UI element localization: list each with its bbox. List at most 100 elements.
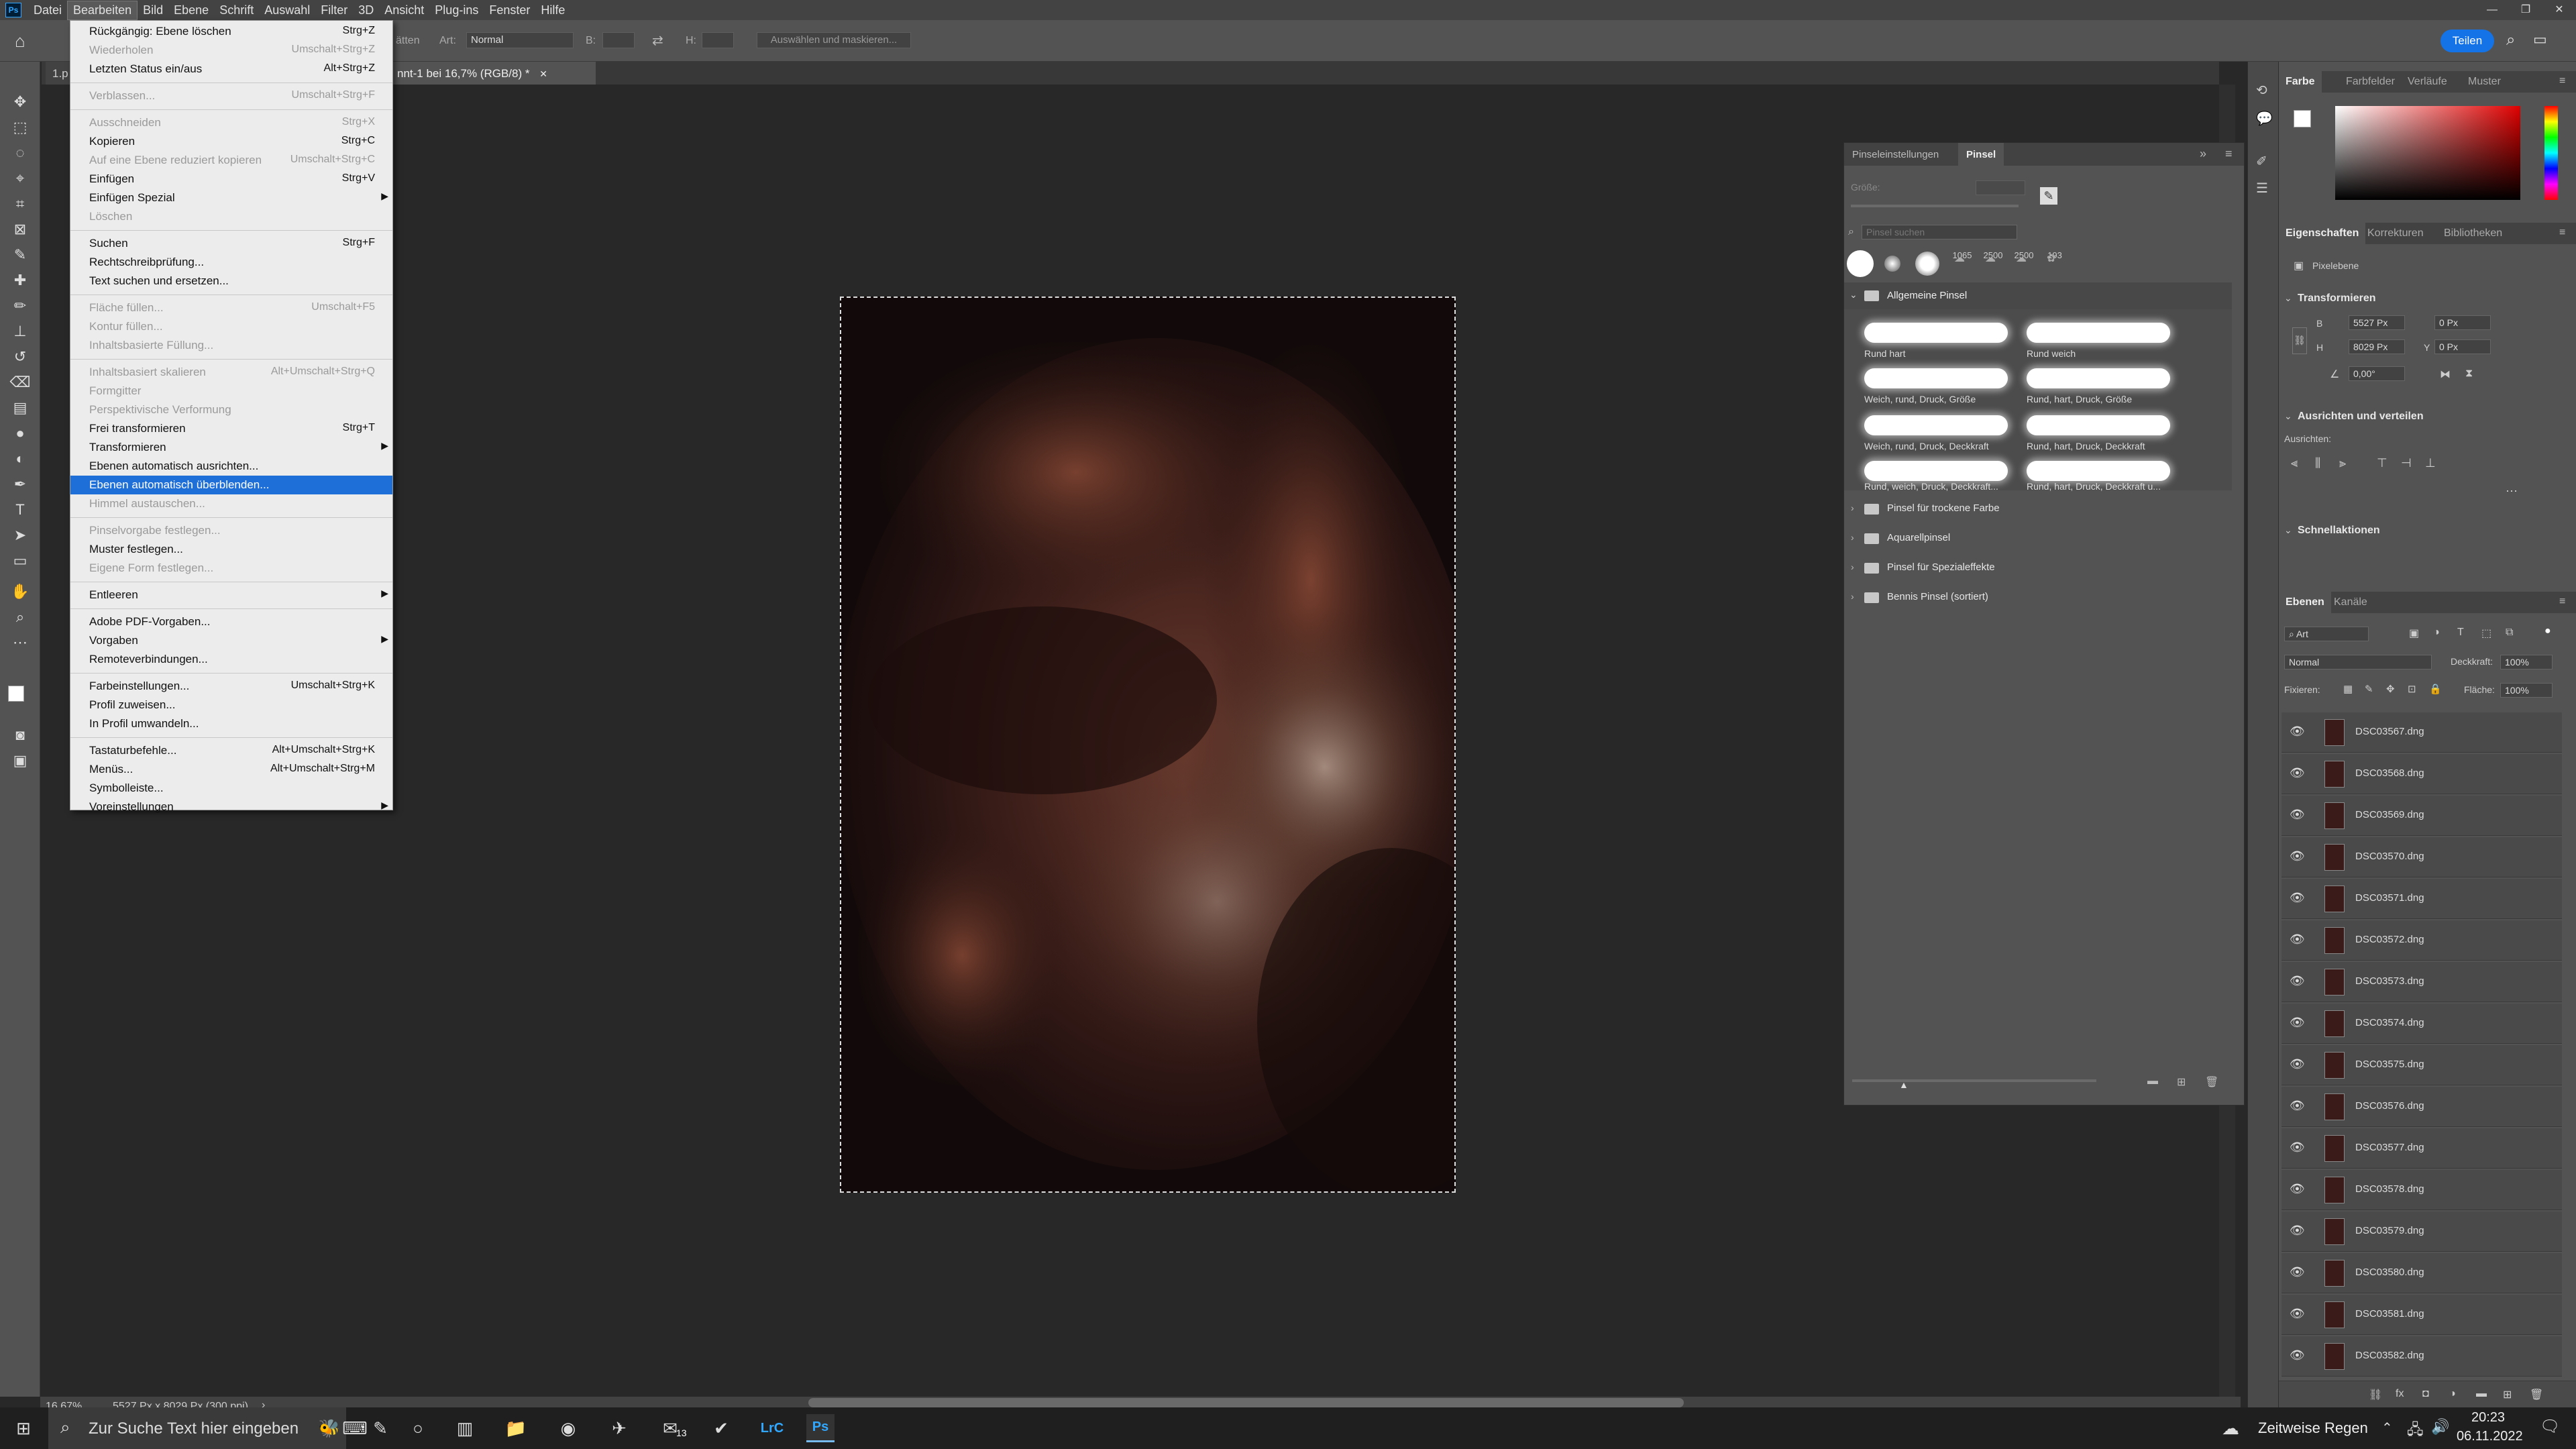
telegram-icon[interactable]: ✈: [605, 1414, 633, 1442]
filter-type-icon[interactable]: T: [2457, 627, 2464, 639]
menu-item[interactable]: Farbeinstellungen... Umschalt+Strg+K: [70, 677, 392, 696]
pressure-size-icon[interactable]: ✎: [2040, 187, 2057, 205]
layer-row[interactable]: 👁 DSC03575.dng: [2282, 1045, 2562, 1085]
type-tool-icon[interactable]: T: [11, 500, 30, 519]
y-field[interactable]: 0 Px: [2434, 339, 2491, 354]
align-hcenter-icon[interactable]: ⫼: [2315, 456, 2320, 470]
tab-gradients[interactable]: Verläufe: [2401, 71, 2454, 93]
collapse-panel-icon[interactable]: »: [2200, 147, 2206, 161]
widget-icon-2[interactable]: ⌨: [341, 1414, 369, 1442]
minimize-icon[interactable]: —: [2475, 0, 2509, 20]
menu-fenster[interactable]: Fenster: [484, 1, 535, 19]
delete-layer-icon[interactable]: 🗑: [2530, 1388, 2543, 1401]
preset-round-hard-icon[interactable]: [1847, 250, 1874, 277]
layer-row[interactable]: 👁 DSC03569.dng: [2282, 796, 2562, 836]
flip-horizontal-icon[interactable]: ⧓: [2440, 368, 2451, 381]
slider-handle-icon[interactable]: ▲: [1899, 1079, 1909, 1090]
menu-item[interactable]: Einfügen Strg+V: [70, 170, 392, 189]
menu-auswahl[interactable]: Auswahl: [259, 1, 315, 19]
add-mask-icon[interactable]: ◘: [2422, 1388, 2429, 1400]
tab-patterns[interactable]: Muster: [2461, 71, 2508, 93]
quick-mask-icon[interactable]: ◙: [11, 726, 30, 745]
folder-bennis-brushes[interactable]: › Bennis Pinsel (sortiert): [1844, 584, 2244, 611]
menu-item[interactable]: Letzten Status ein/aus Alt+Strg+Z: [70, 60, 392, 78]
hand-tool-icon[interactable]: ✋: [11, 582, 30, 601]
height-field[interactable]: [702, 32, 734, 48]
menu-item[interactable]: Remoteverbindungen...: [70, 650, 392, 669]
layer-row[interactable]: 👁 DSC03568.dng: [2282, 754, 2562, 794]
preset-round-medium-icon[interactable]: [1915, 252, 1939, 276]
layer-row[interactable]: 👁 DSC03581.dng: [2282, 1295, 2562, 1335]
frame-tool-icon[interactable]: ⊠: [11, 220, 30, 239]
menu-item[interactable]: Tastaturbefehle... Alt+Umschalt+Strg+K: [70, 741, 392, 760]
section-chevron-icon[interactable]: ⌄: [2284, 411, 2292, 422]
brush-name-3[interactable]: Weich, rund, Druck, Größe: [1864, 394, 1976, 405]
notifications-icon[interactable]: 🗨: [2540, 1417, 2560, 1436]
marquee-tool-icon[interactable]: ⬚: [11, 118, 30, 137]
layer-row[interactable]: 👁 DSC03572.dng: [2282, 920, 2562, 961]
more-tools-icon[interactable]: ⋯: [11, 633, 30, 652]
zoom-tool-icon[interactable]: ⌕: [11, 608, 30, 627]
layer-row[interactable]: 👁 DSC03577.dng: [2282, 1128, 2562, 1169]
menu-item[interactable]: Rechtschreibprüfung...: [70, 253, 392, 272]
layer-row[interactable]: 👁 DSC03579.dng: [2282, 1212, 2562, 1252]
menu-item[interactable]: Voreinstellungen ▶: [70, 798, 392, 816]
cortana-icon[interactable]: ○: [404, 1414, 432, 1442]
crop-tool-icon[interactable]: ⌗: [11, 195, 30, 213]
folder-special-effects[interactable]: › Pinsel für Spezialeffekte: [1844, 555, 2244, 582]
tab-brushes[interactable]: Pinsel: [1958, 143, 2004, 166]
tab-adjustments[interactable]: Korrekturen: [2361, 223, 2430, 244]
visibility-eye-icon[interactable]: 👁: [2290, 1224, 2305, 1238]
weather-text[interactable]: Zeitweise Regen: [2258, 1419, 2368, 1437]
flip-vertical-icon[interactable]: ⧗: [2465, 368, 2473, 380]
brush-name-1[interactable]: Rund hart: [1864, 348, 1905, 359]
todo-icon[interactable]: ✔: [707, 1414, 735, 1442]
new-group-icon[interactable]: ▬: [2147, 1075, 2158, 1087]
home-icon[interactable]: ⌂: [15, 31, 25, 52]
width-field[interactable]: 5527 Px: [2349, 315, 2405, 330]
menu-item[interactable]: Adobe PDF-Vorgaben...: [70, 612, 392, 631]
lock-position-icon[interactable]: ✥: [2386, 683, 2395, 695]
visibility-eye-icon[interactable]: 👁: [2290, 1307, 2305, 1321]
align-left-icon[interactable]: ⫷: [2291, 456, 2298, 470]
layer-row[interactable]: 👁 DSC03567.dng: [2282, 712, 2562, 753]
height-field[interactable]: 8029 Px: [2349, 339, 2405, 354]
menu-item[interactable]: Ebenen automatisch überblenden...: [70, 476, 392, 494]
menu-item[interactable]: Text suchen und ersetzen...: [70, 272, 392, 290]
layer-row[interactable]: 👁 DSC03576.dng: [2282, 1087, 2562, 1127]
menu-item[interactable]: Symbolleiste...: [70, 779, 392, 798]
align-top-icon[interactable]: ⊤: [2377, 456, 2387, 470]
history-brush-icon[interactable]: ↺: [11, 347, 30, 366]
gradient-tool-icon[interactable]: ▤: [11, 398, 30, 417]
section-chevron-icon[interactable]: ⌄: [2284, 292, 2292, 304]
visibility-eye-icon[interactable]: 👁: [2290, 724, 2305, 739]
windows-start-icon[interactable]: ⊞: [9, 1414, 38, 1442]
path-select-tool-icon[interactable]: ➤: [11, 526, 30, 545]
layer-row[interactable]: 👁 DSC03570.dng: [2282, 837, 2562, 877]
widget-icon-1[interactable]: 🐝: [315, 1414, 343, 1442]
visibility-eye-icon[interactable]: 👁: [2290, 766, 2305, 780]
visibility-eye-icon[interactable]: 👁: [2290, 1265, 2305, 1279]
menu-ebene[interactable]: Ebene: [168, 1, 214, 19]
panel-menu-icon[interactable]: ≡: [2559, 75, 2565, 87]
layer-row[interactable]: 👁 DSC03582.dng: [2282, 1336, 2562, 1377]
section-chevron-icon[interactable]: ⌄: [2284, 525, 2292, 536]
tab-libraries[interactable]: Bibliotheken: [2437, 223, 2509, 244]
delete-brush-icon[interactable]: 🗑: [2205, 1075, 2218, 1089]
pen-tool-icon[interactable]: ✒: [11, 475, 30, 494]
brush-name-7[interactable]: Rund, weich, Druck, Deckkraft...: [1864, 481, 1998, 492]
filter-toggle-icon[interactable]: ●: [2544, 625, 2551, 637]
layer-row[interactable]: 👁 DSC03573.dng: [2282, 962, 2562, 1002]
stamp-tool-icon[interactable]: ⊥: [11, 322, 30, 341]
new-brush-icon[interactable]: ⊞: [2177, 1075, 2186, 1089]
menu-item[interactable]: Entleeren ▶: [70, 586, 392, 604]
filter-pixel-icon[interactable]: ▣: [2409, 627, 2419, 640]
brush-name-2[interactable]: Rund weich: [2027, 348, 2076, 359]
filter-shape-icon[interactable]: ⬚: [2481, 627, 2491, 640]
comments-panel-icon[interactable]: 💬: [2256, 110, 2273, 127]
brush-name-5[interactable]: Weich, rund, Druck, Deckkraft: [1864, 441, 1989, 451]
share-button[interactable]: Teilen: [2440, 30, 2494, 52]
menu-3d[interactable]: 3D: [353, 1, 379, 19]
select-and-mask-button[interactable]: Auswählen und maskieren...: [757, 32, 911, 48]
document-image[interactable]: [840, 297, 1456, 1193]
